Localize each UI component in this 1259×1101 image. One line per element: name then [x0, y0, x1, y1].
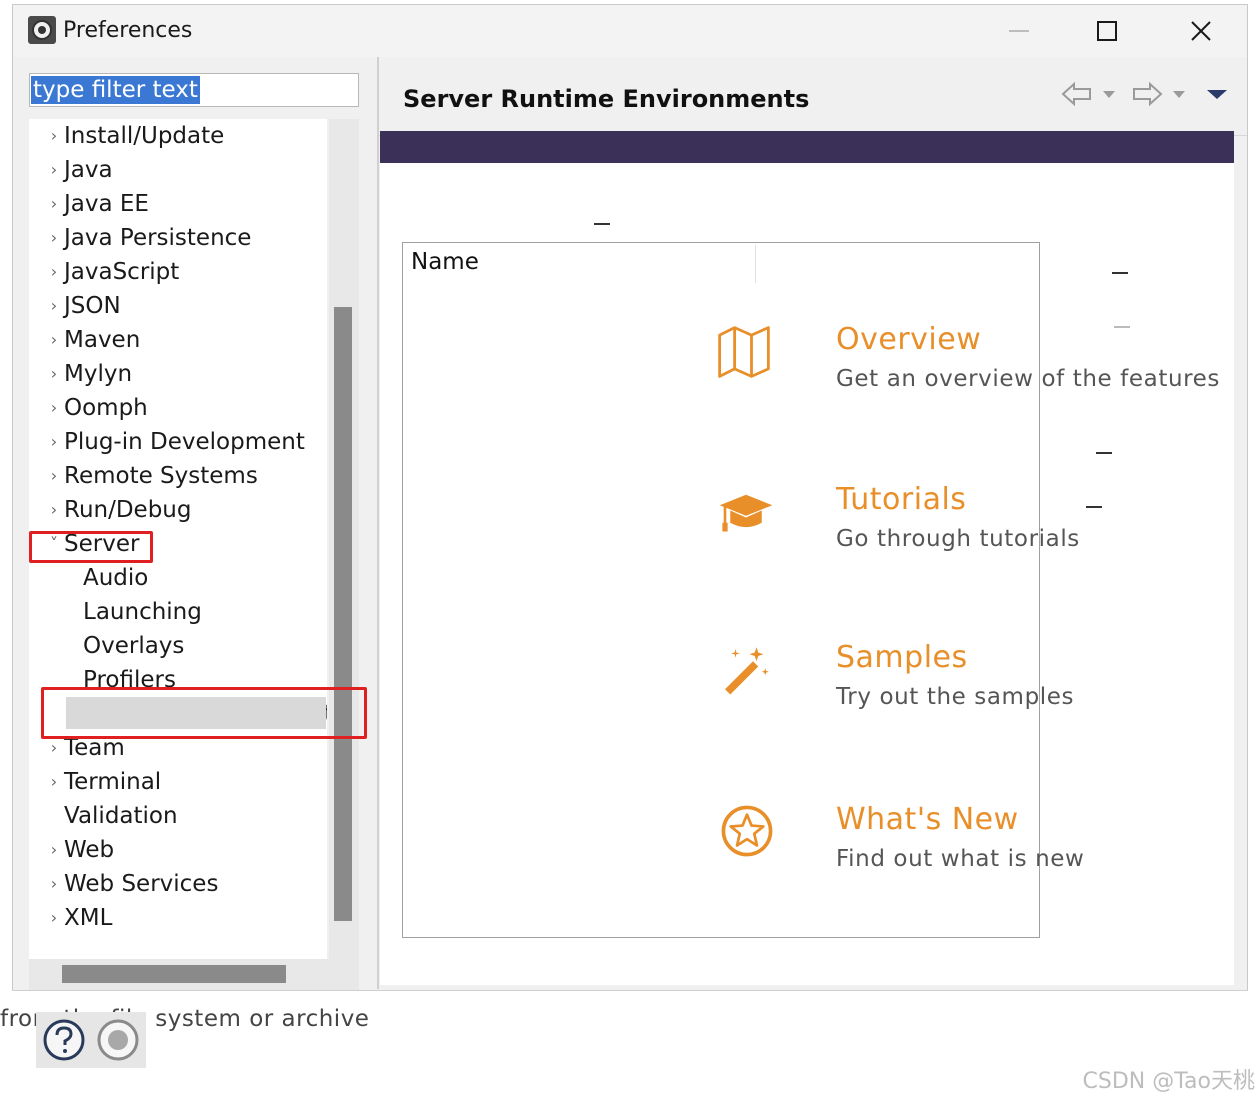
tree-item-label: Remote Systems [64, 463, 258, 489]
tree-item-label: XML [64, 905, 113, 931]
chevron-right-icon[interactable]: › [47, 221, 61, 255]
title-bar: Preferences [13, 5, 1247, 57]
tutorials-title[interactable]: Tutorials [836, 482, 966, 517]
chevron-right-icon[interactable]: › [47, 459, 61, 493]
chevron-right-icon[interactable]: › [47, 833, 61, 867]
tutorials-description: Go through tutorials [836, 526, 1080, 552]
minimize-icon [1009, 30, 1029, 32]
tree-item-label: Audio [83, 565, 149, 591]
help-button[interactable] [42, 1018, 86, 1062]
tree-item-label: Oomph [64, 395, 148, 421]
chevron-right-icon[interactable]: › [47, 901, 61, 935]
tree-item-label: Terminal [64, 769, 162, 795]
map-icon [718, 326, 770, 378]
tree-item-label: Java EE [64, 191, 149, 217]
tree-item-label: JSON [64, 293, 121, 319]
back-arrow-icon [1061, 81, 1091, 107]
forward-arrow-icon [1133, 81, 1163, 107]
back-button[interactable] [1061, 79, 1119, 109]
tree-item-label: Maven [64, 327, 141, 353]
maximize-icon [1097, 21, 1117, 41]
back-dropdown-icon[interactable] [1099, 87, 1119, 101]
forward-dropdown-icon[interactable] [1169, 87, 1189, 101]
chevron-right-icon[interactable]: › [47, 765, 61, 799]
chevron-right-icon[interactable]: › [47, 153, 61, 187]
tree-vertical-scroll-thumb[interactable] [334, 307, 352, 921]
chevron-right-icon[interactable]: › [47, 289, 61, 323]
close-button[interactable] [1171, 11, 1231, 51]
minimize-button[interactable] [989, 11, 1049, 51]
dash-artifact [1112, 272, 1128, 274]
chevron-right-icon[interactable]: › [47, 425, 61, 459]
star-icon [721, 805, 773, 857]
tree-item-label: Web Services [64, 871, 219, 897]
filter-input[interactable] [29, 73, 359, 107]
watermark-text: CSDN @Tao天桃 [1082, 1069, 1255, 1094]
forward-button[interactable] [1131, 79, 1189, 109]
chevron-right-icon[interactable]: › [47, 493, 61, 527]
chevron-right-icon[interactable]: › [47, 119, 61, 153]
dialog-bottom-bar [12, 990, 1248, 1089]
tree-item-label: JavaScript [64, 259, 180, 285]
welcome-banner [380, 131, 1234, 163]
column-separator [755, 245, 756, 283]
chevron-right-icon[interactable]: › [47, 323, 61, 357]
chevron-right-icon[interactable]: › [47, 357, 61, 391]
dash-artifact [1086, 506, 1102, 508]
tree-item-label: Validation [64, 803, 178, 829]
view-menu-icon [1207, 90, 1227, 99]
tree-item-label: Mylyn [64, 361, 133, 387]
tree-item-label: Install/Update [64, 123, 225, 149]
record-icon [97, 1019, 139, 1061]
help-icon [43, 1019, 85, 1061]
chevron-right-icon[interactable]: › [47, 867, 61, 901]
dash-artifact [594, 223, 610, 225]
chevron-right-icon[interactable]: › [47, 391, 61, 425]
samples-description: Try out the samples [836, 684, 1075, 710]
view-menu-button[interactable] [1205, 79, 1229, 109]
tree-item-label: Run/Debug [64, 497, 192, 523]
pane-divider[interactable] [377, 57, 379, 989]
chevron-right-icon[interactable]: › [47, 187, 61, 221]
tree-item-label: Overlays [83, 633, 185, 659]
tree-item-label: Web [64, 837, 115, 863]
tree-item-label: Plug-in Development [64, 429, 305, 455]
whats-new-title[interactable]: What's New [836, 802, 1019, 837]
record-button[interactable] [96, 1018, 140, 1062]
page-title: Server Runtime Environments [403, 85, 810, 113]
tree-horizontal-scroll-thumb[interactable] [62, 965, 286, 983]
eclipse-app-icon [28, 16, 56, 44]
tree-item-label: Java Persistence [64, 225, 252, 251]
overview-title[interactable]: Overview [836, 322, 981, 357]
runtime-environments-highlight-box [41, 687, 367, 739]
samples-title[interactable]: Samples [836, 640, 968, 675]
bottom-button-group [36, 1012, 146, 1068]
dash-artifact [1096, 452, 1112, 454]
window-title: Preferences [63, 18, 193, 43]
overview-description: Get an overview of the features [836, 366, 1221, 392]
dash-artifact [1114, 326, 1130, 328]
page-header: Server Runtime Environments [379, 57, 1247, 136]
magic-wand-icon [725, 647, 769, 695]
server-highlight-box [29, 531, 153, 563]
maximize-button[interactable] [1077, 11, 1137, 51]
tree-item-label: Launching [83, 599, 202, 625]
name-column-header[interactable]: Name [411, 249, 479, 275]
whats-new-description: Find out what is new [836, 846, 1085, 872]
graduation-cap-icon [719, 494, 773, 532]
close-icon [1191, 21, 1211, 41]
chevron-right-icon[interactable]: › [47, 255, 61, 289]
tree-item-label: Java [64, 157, 113, 183]
